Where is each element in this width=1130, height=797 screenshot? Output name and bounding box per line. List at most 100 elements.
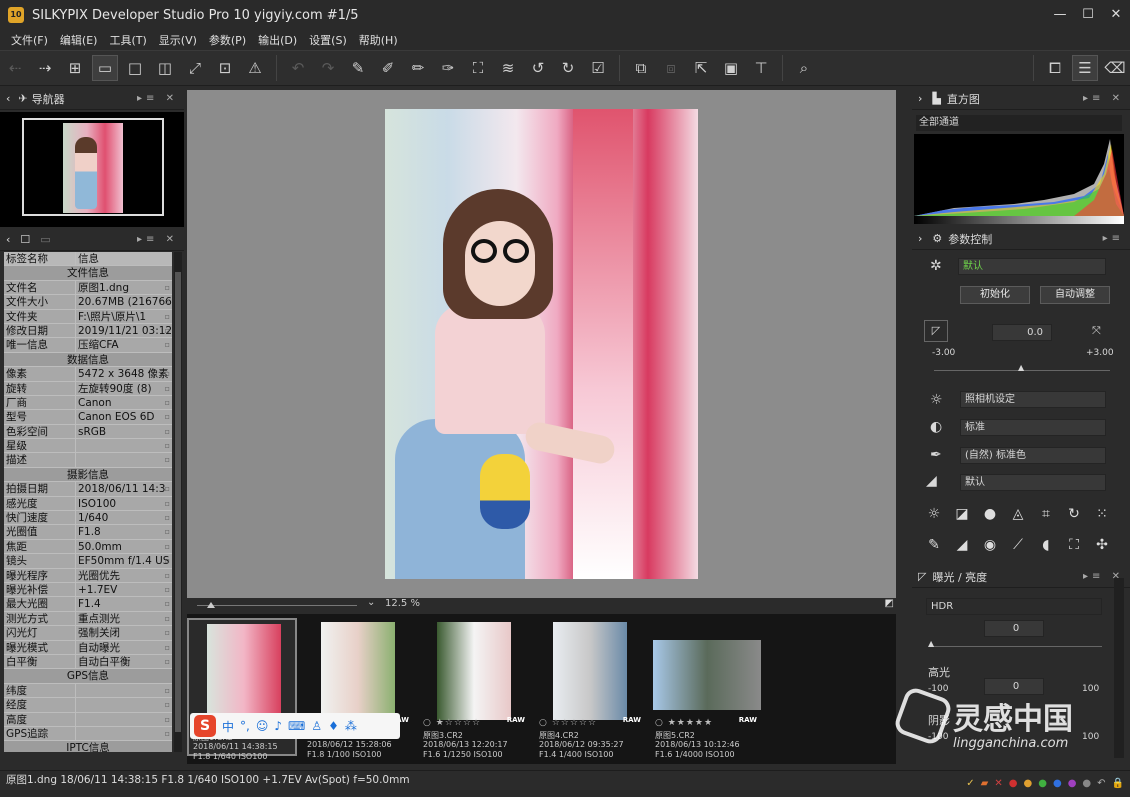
info-row[interactable]: 感光度 ISO100	[4, 496, 172, 512]
auto-exposure-icon[interactable]: ⤧	[1092, 324, 1101, 338]
hdr-slider[interactable]	[932, 646, 1102, 647]
blob-icon[interactable]: ◖	[1032, 537, 1060, 562]
info-row[interactable]: 测光方式 重点测光	[4, 611, 172, 627]
info-row[interactable]: 纬度	[4, 683, 172, 699]
prev-image-icon[interactable]: ⇠	[2, 55, 28, 81]
red-label-icon[interactable]: ●	[1009, 775, 1018, 793]
grid-view-icon[interactable]: ⊞	[62, 55, 88, 81]
crop-tool-icon[interactable]: ⛶	[1060, 537, 1088, 562]
close-icon[interactable]: ✕	[1102, 0, 1130, 28]
pen-icon[interactable]: ✐	[375, 55, 401, 81]
ime-lang[interactable]: 中	[222, 718, 234, 735]
purple-label-icon[interactable]: ●	[1068, 775, 1077, 793]
menu-item-2[interactable]: 工具(T)	[109, 32, 146, 48]
green-label-icon[interactable]: ●	[1038, 775, 1047, 793]
preset-select[interactable]: 默认	[958, 258, 1106, 275]
rotate-right-icon[interactable]: ↻	[555, 55, 581, 81]
panel-menu-icon[interactable]: ▸≡ ✕	[137, 93, 178, 104]
init-button[interactable]: 初始化	[960, 286, 1030, 304]
fit-icon[interactable]: ◩	[885, 598, 894, 609]
info-row[interactable]: 旋转 左旋转90度 (8)	[4, 381, 172, 396]
filmstrip-thumb[interactable]: RAW ○ ☆☆☆☆☆ 原图4.CR2 2018/06/12 09:35:27 F1.4…	[535, 618, 645, 759]
puzzle-icon[interactable]: ✣	[1088, 537, 1116, 562]
info-row[interactable]: GPS追踪	[4, 726, 172, 742]
info-row[interactable]: 色彩空间 sRGB	[4, 424, 172, 440]
brightness-icon[interactable]: ☼	[920, 506, 948, 531]
color-select[interactable]: (自然) 标准色	[960, 447, 1106, 464]
main-photo[interactable]	[385, 109, 698, 579]
info-section-header[interactable]: 数据信息	[4, 352, 172, 368]
single-view-icon[interactable]: □	[122, 55, 148, 81]
develop-icon[interactable]: ⧉	[628, 55, 654, 81]
filmstrip-thumb[interactable]: RAW ○ ★★★★★ 原图5.CR2 2018/06/13 10:12:46 F1.6…	[651, 618, 761, 759]
next-image-icon[interactable]: ⇢	[32, 55, 58, 81]
filmstrip-view-icon[interactable]: ▭	[92, 55, 118, 81]
info-row[interactable]: 焦距 50.0mm	[4, 539, 172, 555]
info-scrollbar[interactable]	[174, 252, 182, 752]
image-viewer[interactable]	[187, 90, 896, 598]
emoji-icon[interactable]: ☺	[256, 719, 269, 733]
filmstrip-thumb[interactable]: RAW ○ ★☆☆☆☆ 原图3.CR2 2018/06/13 12:20:17 F1.6…	[419, 618, 529, 759]
info-row[interactable]: 闪光灯 强制关闭	[4, 626, 172, 641]
menu-item-6[interactable]: 设置(S)	[309, 32, 347, 48]
layers-icon[interactable]: ≋	[495, 55, 521, 81]
compare-view-icon[interactable]: ◫	[152, 55, 178, 81]
sphere-icon[interactable]: ●	[976, 506, 1004, 531]
panel-menu-icon[interactable]: ▸≡ ✕	[1083, 93, 1124, 104]
thumb-rating[interactable]: ○ ★★★★★	[655, 718, 713, 728]
reject-icon[interactable]: ✕	[994, 775, 1002, 793]
collapse-icon[interactable]: ‹	[6, 233, 10, 246]
navigator-preview[interactable]	[0, 112, 184, 227]
panel-menu-icon[interactable]: ▸≡ ✕	[137, 234, 178, 245]
maximize-icon[interactable]: ☐	[1074, 0, 1102, 28]
tool-icon[interactable]: ⊤	[748, 55, 774, 81]
menu-item-4[interactable]: 参数(P)	[209, 32, 246, 48]
tone-select[interactable]: 标准	[960, 419, 1106, 436]
info-row[interactable]: 最大光圈 F1.4	[4, 597, 172, 612]
batch-icon[interactable]: ⧈	[658, 55, 684, 81]
line-icon[interactable]: ⟋	[1004, 537, 1032, 562]
auto-adjust-button[interactable]: 自动调整	[1040, 286, 1110, 304]
layout-icon[interactable]: ⧠	[1042, 55, 1068, 81]
eraser-tool-icon[interactable]: ⌫	[1102, 55, 1128, 81]
tag-icon[interactable]: ▰	[981, 775, 989, 793]
info-row[interactable]: 光圈值 F1.8	[4, 525, 172, 540]
zoom-icon[interactable]: ⌕	[791, 55, 817, 81]
thumb-rating[interactable]: ○ ★☆☆☆☆	[423, 718, 481, 728]
brush-icon[interactable]: ✏	[405, 55, 431, 81]
info-row[interactable]: 经度	[4, 698, 172, 713]
fullscreen-icon[interactable]: ⤢	[182, 55, 208, 81]
info-row[interactable]: 唯一信息 压缩CFA	[4, 338, 172, 353]
menu-item-3[interactable]: 显示(V)	[159, 32, 197, 48]
info-row[interactable]: 星级	[4, 439, 172, 454]
hdr-slider-handle[interactable]: ▲	[928, 639, 934, 648]
tone-curve-icon[interactable]: ◪	[948, 506, 976, 531]
collapse-icon[interactable]: ‹	[6, 92, 10, 105]
monitor-icon[interactable]: ▣	[718, 55, 744, 81]
info-section-header[interactable]: GPS信息	[4, 669, 172, 684]
keyboard-icon[interactable]: ⌨	[288, 719, 305, 733]
adjust-panel-icon[interactable]: ☰	[1072, 55, 1098, 81]
ime-logo-icon[interactable]: S	[194, 715, 216, 737]
info-row[interactable]: 文件夹 F:\照片\原片\1	[4, 309, 172, 324]
exposure-value[interactable]: 0.0	[992, 324, 1052, 341]
check-icon[interactable]: ☑	[585, 55, 611, 81]
info-tab-icon[interactable]: ☐	[20, 233, 30, 246]
spin-icon[interactable]: ↻	[1060, 506, 1088, 531]
lock-icon[interactable]: 🔒	[1112, 775, 1124, 793]
info-row[interactable]: 修改日期 2019/11/21 03:12:2	[4, 323, 172, 339]
menu-item-0[interactable]: 文件(F)	[11, 32, 48, 48]
menu-item-1[interactable]: 编辑(E)	[60, 32, 98, 48]
info-row[interactable]: 型号 Canon EOS 6D	[4, 410, 172, 425]
dropper-icon[interactable]: ✎	[345, 55, 371, 81]
ime-punct[interactable]: °,	[240, 719, 250, 733]
menu-item-7[interactable]: 帮助(H)	[359, 32, 398, 48]
mic-icon[interactable]: ♪	[274, 719, 282, 733]
undo-icon[interactable]: ↶	[285, 55, 311, 81]
yellow-label-icon[interactable]: ●	[1023, 775, 1032, 793]
collapse-icon[interactable]: ›	[918, 92, 922, 105]
info-row[interactable]: 文件名 原图1.dng	[4, 280, 172, 296]
info-section-header[interactable]: IPTC信息	[4, 741, 172, 752]
info-row[interactable]: 高度	[4, 712, 172, 727]
grid-overlay-icon[interactable]: ⊡	[212, 55, 238, 81]
